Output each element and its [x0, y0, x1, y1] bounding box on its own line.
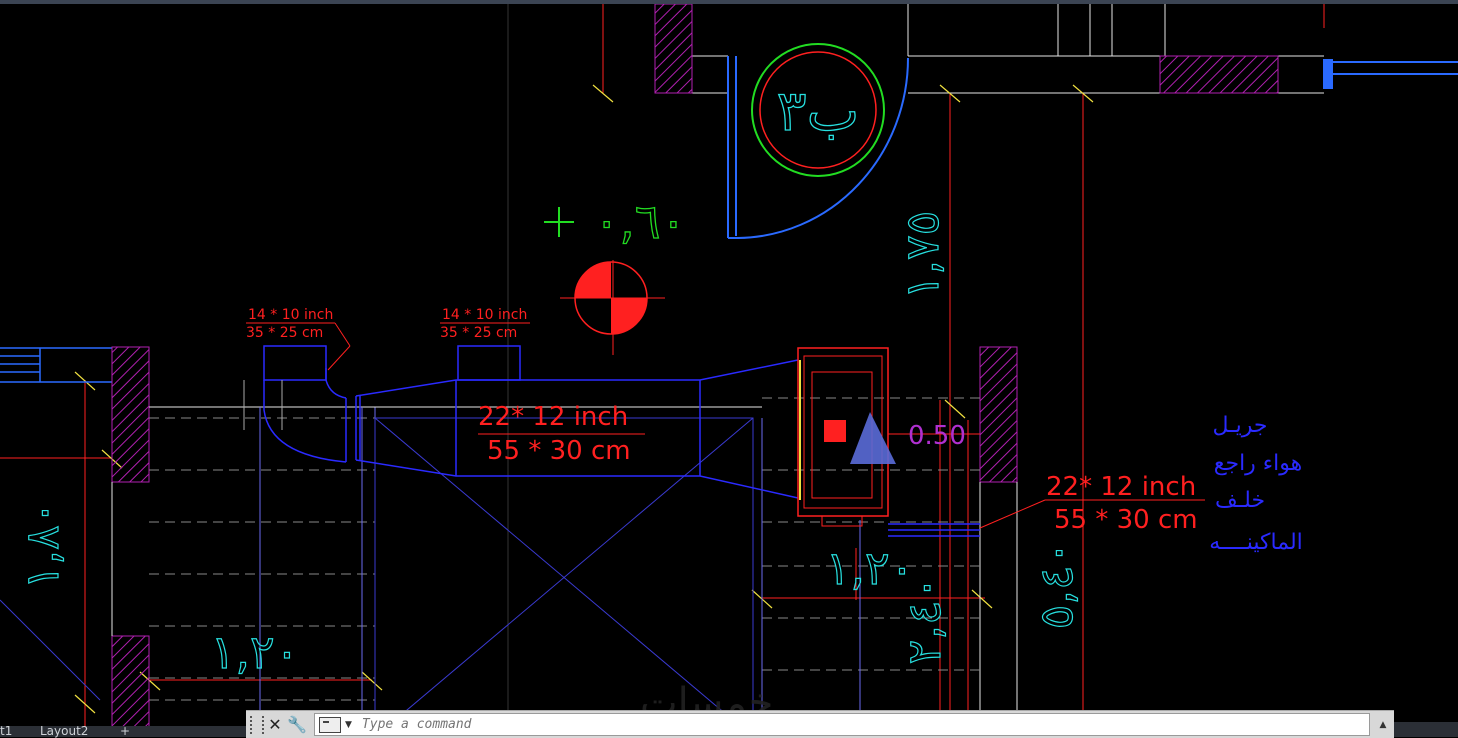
add-layout-button[interactable]: + [120, 724, 130, 738]
command-line-icon[interactable] [319, 716, 341, 733]
note-line1: جريـل [1213, 413, 1268, 438]
ac-unit [797, 347, 896, 527]
note-line4: الماكينــــه [1209, 530, 1303, 555]
return-grille-note: جريـل هواء راجع خلـف الماكينــــه [1209, 413, 1303, 555]
duct-main-line2: 55 * 30 cm [487, 436, 631, 466]
duct-small-1-line2: 35 * 25 cm [246, 325, 323, 341]
drawing-canvas[interactable]: ب٣ ٠,٦٠ ١,٧٥ 0.50 14 * 10 inch 35 * 25 c… [0, 4, 1458, 737]
chevron-up-icon[interactable]: ▲ [1376, 718, 1390, 732]
dimension-175: ١,٧٥ [895, 211, 949, 300]
dimension-240: ٢,٤٠ [897, 576, 951, 665]
offset-value: 0.50 [908, 421, 966, 451]
duct-small-2-line2: 35 * 25 cm [440, 325, 517, 341]
command-input[interactable] [359, 716, 1369, 733]
dimension-060: ٠,٦٠ [544, 193, 687, 251]
command-bar: ✕ 🔧 ▼ ▲ [246, 710, 1394, 738]
duct-small-1-line1: 14 * 10 inch [248, 307, 333, 323]
duct-label-small-2: 14 * 10 inch 35 * 25 cm [440, 307, 527, 341]
stairs-left-edges [259, 407, 376, 737]
room-label: ب٣ [777, 79, 860, 144]
red-center-lines [0, 4, 1325, 737]
window-top-right [1323, 59, 1458, 89]
note-line3: خلـف [1215, 488, 1265, 513]
command-prompt: ▼ [314, 713, 1370, 736]
close-icon[interactable]: ✕ [264, 714, 286, 736]
layout-tab-layout2[interactable]: Layout2 [40, 724, 88, 738]
duct-return-line2: 55 * 30 cm [1054, 505, 1198, 535]
dimension-120-left: ١,٢٠ [211, 625, 300, 679]
wall-hatch-top-left [654, 4, 693, 94]
wall-hatch-top-right [1159, 55, 1279, 94]
diffuser-symbol [574, 261, 648, 335]
drag-grip-icon[interactable] [250, 715, 264, 734]
dimension-180: ١,٨٠ [15, 501, 69, 590]
column-right [979, 346, 1018, 483]
duct-return-line1: 22* 12 inch [1046, 472, 1196, 502]
layout-tab-partial[interactable]: t1 [0, 724, 12, 738]
duct-label-return: 22* 12 inch 55 * 30 cm [1046, 472, 1198, 535]
dimension-540: ٥,٤٠ [1029, 541, 1083, 630]
window-left [0, 347, 112, 383]
status-strip [1394, 722, 1458, 737]
column-left-bottom [111, 635, 150, 737]
duct-main-line1: 22* 12 inch [478, 402, 628, 432]
column-left-top [111, 346, 150, 483]
duct-label-small-1: 14 * 10 inch 35 * 25 cm [246, 307, 333, 341]
wrench-icon[interactable]: 🔧 [286, 714, 308, 736]
chevron-down-icon[interactable]: ▼ [345, 720, 352, 730]
duct-small-2-line1: 14 * 10 inch [442, 307, 527, 323]
dimension-060-text: ٠,٦٠ [594, 194, 687, 250]
layout-tabs: t1 Layout2 + [0, 724, 246, 738]
room-tag: ب٣ [751, 43, 885, 177]
offset-dimension: 0.50 [888, 421, 980, 451]
note-line2: هواء راجع [1214, 451, 1302, 476]
